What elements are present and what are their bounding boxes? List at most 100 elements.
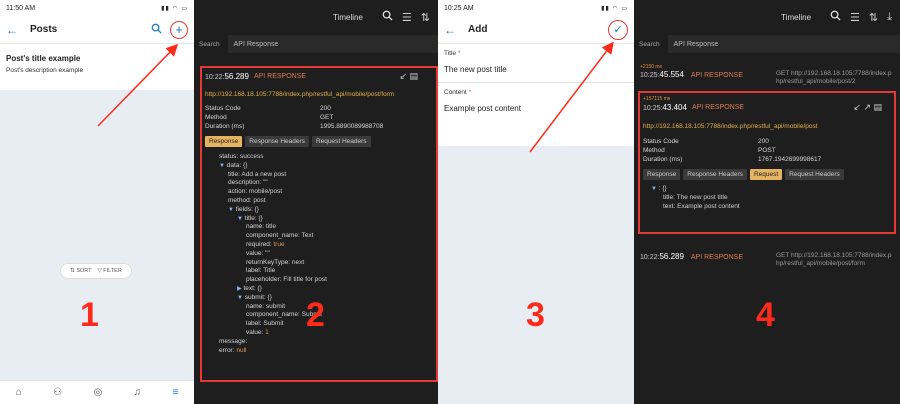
tree-row: title: Add a new post bbox=[228, 171, 432, 180]
tree-key: label: bbox=[246, 320, 262, 328]
download-icon[interactable]: ⤓ bbox=[887, 11, 892, 24]
sort-icon[interactable]: ⇅ bbox=[421, 11, 430, 24]
tree-row[interactable]: ▼ data: {} bbox=[219, 162, 432, 171]
tree-value: {} bbox=[267, 293, 272, 301]
tree-row[interactable]: ▼ submit: {} bbox=[237, 294, 432, 303]
tree-key: status: bbox=[219, 153, 239, 160]
tree-value: {} bbox=[254, 205, 259, 213]
request-url: http://192.168.18.105:7788/index.php/res… bbox=[643, 123, 818, 130]
tab-response[interactable]: Response bbox=[643, 169, 681, 180]
tree-row: returnKeyType: next bbox=[246, 259, 432, 268]
tree-value: null bbox=[236, 346, 247, 354]
request-tree: ▼ : {} title: The new post title text: E… bbox=[651, 185, 740, 210]
tree-key: title: bbox=[228, 170, 240, 178]
timeline-title: Timeline bbox=[332, 12, 363, 22]
collapse-icon[interactable]: ↙ ▤ bbox=[399, 71, 418, 82]
search-input[interactable]: API Response bbox=[667, 35, 900, 53]
tab-response-headers[interactable]: Response Headers bbox=[245, 136, 309, 147]
status-code-row: Status Code 200 bbox=[205, 105, 331, 112]
step-number: 3 bbox=[526, 296, 545, 334]
search-input[interactable]: API Response bbox=[227, 35, 438, 53]
tree-key: title: bbox=[244, 214, 257, 222]
entry-url: GET http://192.168.18.105:7788/index.php… bbox=[776, 70, 892, 85]
arrow-annotation bbox=[529, 41, 614, 153]
tree-key: text: bbox=[243, 284, 256, 292]
tree-row: component_name: Submit bbox=[246, 311, 432, 320]
tree-row: label: Submit bbox=[246, 320, 432, 329]
tree-row[interactable]: ▼ title: {} bbox=[237, 215, 432, 224]
tab-request-headers[interactable]: Request Headers bbox=[785, 169, 844, 180]
api-entry-expanded[interactable]: +157115 ms 10:25:43.404 API RESPONSE ↙ ↗… bbox=[643, 96, 894, 211]
collapse-arrow-icon[interactable]: ▼ bbox=[237, 295, 243, 301]
collapse-arrow-icon[interactable]: ▼ bbox=[219, 163, 225, 169]
tree-key: action: bbox=[228, 188, 248, 196]
tree-row: name: submit bbox=[246, 303, 432, 312]
tree-row: label: Title bbox=[246, 267, 432, 276]
search-label: Search bbox=[199, 40, 220, 48]
detail-tabs: Response Response Headers Request Header… bbox=[205, 136, 432, 147]
tree-value: {} bbox=[257, 284, 262, 292]
step-number: 4 bbox=[756, 296, 775, 334]
timeline-screen-get: Timeline ☰ ⇅ Search API Response 10:22:5… bbox=[194, 0, 438, 404]
tree-value: next bbox=[291, 258, 305, 266]
tree-row: status: success bbox=[219, 153, 432, 162]
timeline-header: Timeline ☰ ⇅ bbox=[194, 0, 438, 34]
tab-request[interactable]: Request bbox=[749, 169, 783, 180]
tree-value: Text bbox=[301, 232, 314, 240]
tree-key: data: bbox=[226, 161, 242, 169]
tree-value: 1 bbox=[265, 328, 269, 336]
detail-tabs: Response Response Headers Request Reques… bbox=[643, 169, 894, 180]
collapse-icon[interactable]: ↙ ↗ ▤ bbox=[853, 102, 882, 113]
tree-key: message: bbox=[219, 337, 248, 345]
status-code-row: Status Code 200 bbox=[643, 138, 769, 145]
tree-key: component_name: bbox=[246, 232, 300, 240]
entry-type: API RESPONSE bbox=[691, 104, 745, 111]
entry-type: API RESPONSE bbox=[690, 72, 744, 79]
tab-response[interactable]: Response bbox=[205, 136, 243, 147]
method-row: Method GET bbox=[205, 114, 334, 121]
tree-value: Title bbox=[263, 267, 276, 275]
request-url: http://192.168.18.105:7788/index.php/res… bbox=[205, 91, 395, 98]
tree-key: method: bbox=[228, 196, 252, 204]
tree-key: description: bbox=[228, 179, 262, 187]
tree-key: label: bbox=[246, 267, 262, 275]
step-number: 1 bbox=[80, 296, 99, 334]
tree-key: placeholder: bbox=[246, 276, 282, 284]
api-entry[interactable]: +2150 ms 10:25:45.554 API RESPONSE GET h… bbox=[640, 64, 894, 86]
search-icon[interactable] bbox=[830, 10, 841, 24]
tree-key: required: bbox=[246, 240, 272, 248]
filter-icon[interactable]: ☰ bbox=[850, 11, 860, 24]
expand-arrow-icon[interactable]: ▶ bbox=[237, 286, 242, 292]
entry-type: API RESPONSE bbox=[690, 254, 744, 261]
collapse-arrow-icon[interactable]: ▼ bbox=[237, 216, 243, 222]
tree-key: name: bbox=[246, 223, 265, 231]
entry-type: API RESPONSE bbox=[253, 73, 307, 80]
sort-icon[interactable]: ⇅ bbox=[869, 11, 878, 24]
search-label: Search bbox=[639, 40, 660, 48]
tree-key: submit: bbox=[244, 293, 266, 301]
tab-request-headers[interactable]: Request Headers bbox=[311, 136, 371, 147]
tab-response-headers[interactable]: Response Headers bbox=[683, 169, 747, 180]
tree-key: value: bbox=[246, 328, 264, 336]
tree-row[interactable]: ▼ fields: {} bbox=[228, 206, 432, 215]
api-entry[interactable]: 10:22:56.289 API RESPONSE GET http://192… bbox=[640, 252, 894, 268]
method-row: Method POST bbox=[643, 147, 776, 154]
tree-value: title bbox=[265, 223, 277, 231]
tree-value: {} bbox=[258, 214, 263, 222]
entry-time: 10:25:45.554 bbox=[640, 70, 684, 79]
tree-key: returnKeyType: bbox=[246, 258, 291, 266]
tree-key: name: bbox=[246, 302, 265, 310]
duration-row: Duration (ms) 1995.8890089988708 bbox=[205, 123, 384, 130]
search-icon[interactable] bbox=[382, 10, 393, 24]
tree-row: description: "" bbox=[228, 179, 432, 188]
tree-row: placeholder: Fill title for post bbox=[246, 276, 432, 285]
collapse-arrow-icon[interactable]: ▼ bbox=[228, 207, 234, 213]
timeline-screen-post: Timeline ☰ ⇅ ⤓ Search API Response +2150… bbox=[634, 0, 900, 404]
tree-row: message: bbox=[219, 338, 432, 347]
tree-value: true bbox=[273, 240, 285, 248]
tree-row[interactable]: ▶ text: {} bbox=[237, 285, 432, 294]
filter-icon[interactable]: ☰ bbox=[402, 11, 412, 24]
tree-key: value: bbox=[246, 249, 264, 257]
tree-row: value: 1 bbox=[246, 329, 432, 338]
tree-key: fields: bbox=[235, 205, 253, 213]
